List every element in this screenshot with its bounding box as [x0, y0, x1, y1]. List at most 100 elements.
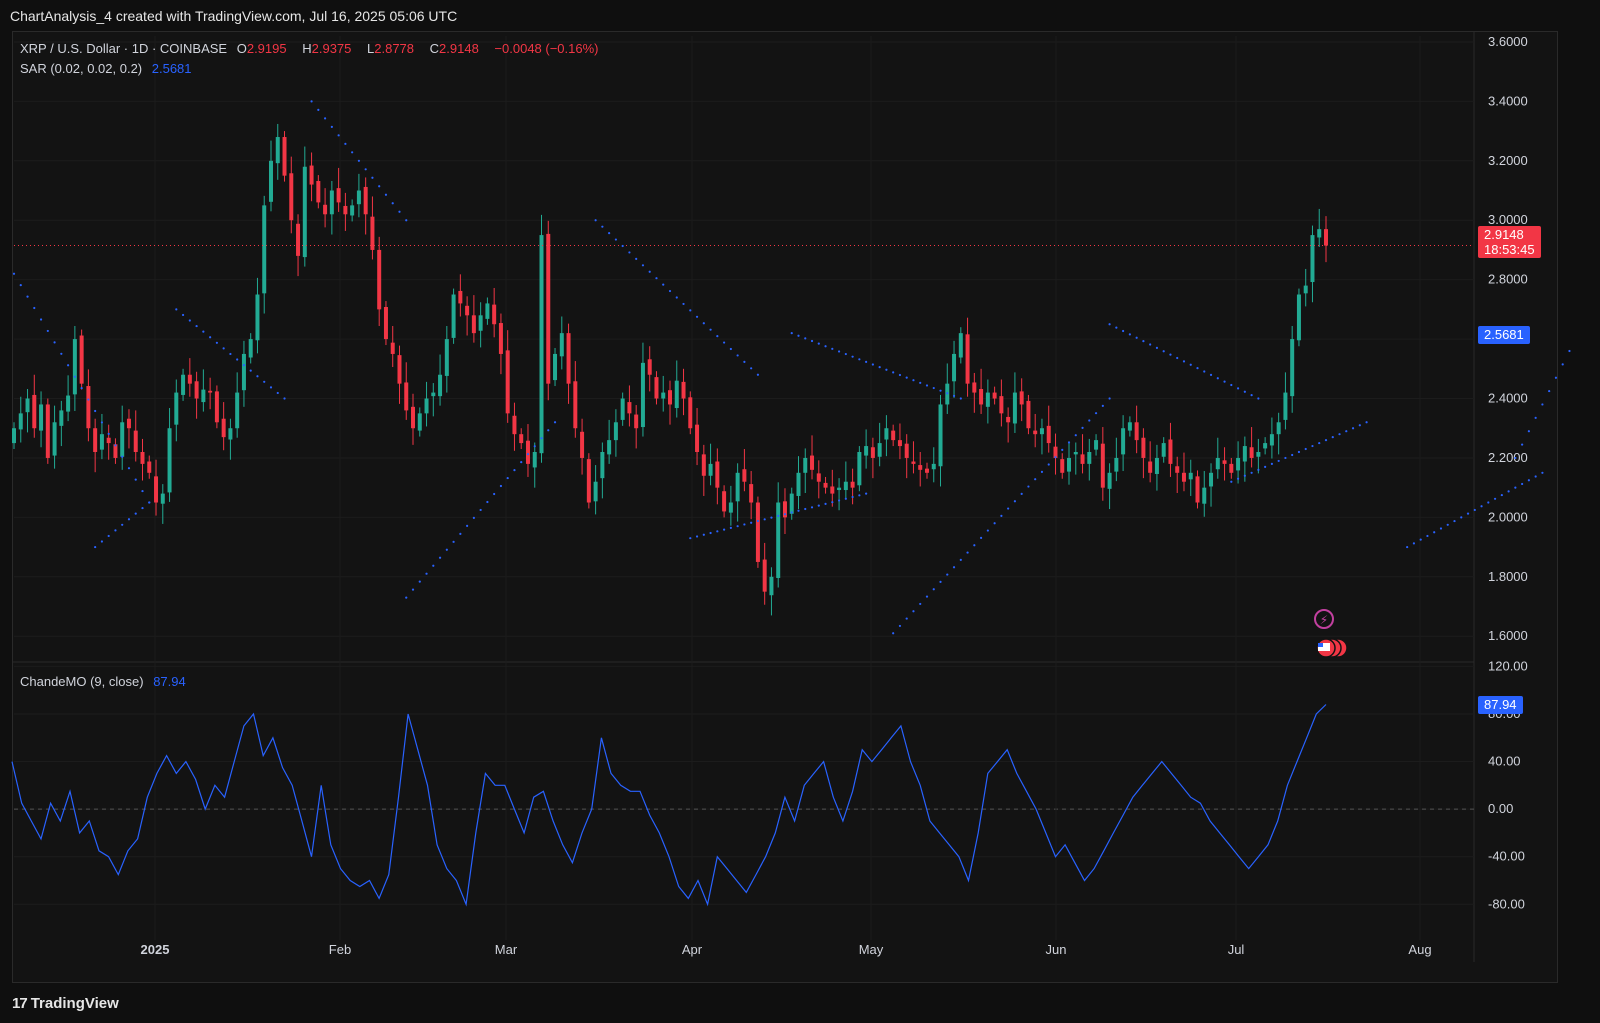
candle-body	[559, 333, 564, 357]
sar-dot	[1453, 519, 1456, 523]
price-tick-label: 2.4000	[1488, 391, 1528, 406]
sar-dot	[1162, 350, 1165, 353]
sar-dot	[716, 530, 719, 533]
candle-body	[985, 392, 990, 407]
sar-dot	[939, 580, 942, 584]
sar-dot	[107, 432, 110, 435]
sar-dot	[750, 521, 753, 524]
candle-body	[566, 333, 571, 384]
sar-dot	[547, 429, 550, 432]
symbol-legend[interactable]: XRP / U.S. Dollar · 1D · COINBASE O2.919…	[20, 41, 605, 56]
lightning-glyph-icon: ⚡	[1320, 613, 1328, 627]
candle-body	[228, 428, 233, 440]
candle-body	[160, 493, 165, 504]
sar-dot	[1243, 474, 1246, 477]
candle-body	[1209, 472, 1214, 487]
sar-dot	[1527, 430, 1530, 433]
candle-body	[992, 392, 997, 399]
candle-body	[1215, 457, 1220, 470]
sar-dot	[831, 501, 834, 504]
candle-body	[870, 447, 875, 458]
sar-dot	[1135, 336, 1138, 339]
sar-dot	[729, 526, 732, 529]
candle-body	[850, 481, 855, 488]
sar-dot	[1277, 459, 1280, 463]
sar-dot	[1507, 490, 1510, 493]
candle-body	[411, 406, 416, 429]
candle-body	[525, 440, 530, 464]
price-tick-label: 2.2000	[1488, 450, 1528, 465]
candle-body	[93, 428, 98, 452]
candle-body	[296, 223, 301, 256]
candle-body	[1046, 425, 1051, 444]
candle-body	[187, 374, 192, 384]
sar-dot	[635, 257, 638, 260]
sar-dot	[1527, 479, 1530, 482]
candle-body	[701, 454, 706, 476]
candle-body	[1242, 446, 1247, 462]
chart-svg[interactable]: 3.60003.40003.20003.00002.80002.60002.40…	[0, 0, 1600, 1023]
sar-dot	[398, 210, 401, 213]
candle-body	[519, 434, 524, 444]
candle-body	[485, 303, 490, 319]
sar-dot	[1324, 439, 1328, 442]
candle-body	[1317, 229, 1322, 238]
sar-dot	[445, 548, 448, 551]
sar-dot	[1034, 478, 1037, 481]
sar-dot	[1264, 465, 1267, 468]
candle-body	[661, 392, 666, 399]
candle-body	[958, 333, 963, 358]
candle-body	[377, 249, 382, 310]
cmo-legend[interactable]: ChandeMO (9, close) 87.94	[20, 674, 192, 689]
sar-dot	[858, 494, 861, 497]
candle-body	[59, 410, 64, 426]
sar-dot	[1027, 485, 1030, 488]
cmo-value: 87.94	[153, 674, 186, 689]
time-tick-label: Aug	[1408, 942, 1431, 957]
sar-dot	[932, 386, 935, 390]
candle-body	[837, 487, 842, 491]
sar-dot	[723, 528, 726, 531]
candle-body	[1202, 487, 1207, 504]
sar-dot	[1534, 475, 1537, 478]
sar-dot	[1541, 471, 1544, 474]
candle-body	[417, 413, 422, 431]
candle-body	[390, 342, 395, 354]
sar-dot	[493, 492, 496, 496]
sar-dot	[1311, 444, 1314, 448]
candle-body	[343, 205, 348, 215]
cmo-label: ChandeMO (9, close)	[20, 674, 144, 689]
sar-dot	[959, 397, 962, 400]
sar-dot	[1013, 500, 1017, 503]
candle-body	[1127, 422, 1132, 431]
candle-body	[147, 461, 152, 473]
candle-body	[32, 394, 37, 429]
candle-body	[275, 137, 280, 164]
sar-dot	[952, 566, 956, 569]
candle-body	[289, 173, 294, 221]
candle-body	[634, 414, 639, 429]
candle-body	[546, 233, 551, 384]
sar-dot	[1493, 497, 1497, 500]
sar-dot	[1351, 427, 1355, 430]
tradingview-footer[interactable]: 17 TradingView	[12, 995, 119, 1012]
candle-body	[1107, 472, 1112, 489]
sar-dot	[107, 534, 110, 538]
sar-dot	[1473, 508, 1476, 512]
candle-body	[133, 430, 138, 452]
sar-dot	[858, 358, 861, 361]
sar-dot	[837, 350, 841, 353]
candle-body	[262, 205, 267, 294]
candle-body	[749, 484, 754, 503]
sar-dot	[1243, 390, 1246, 393]
sar-dot	[67, 364, 70, 367]
sar-dot	[418, 580, 421, 583]
sar-dot	[121, 523, 124, 526]
sar-legend[interactable]: SAR (0.02, 0.02, 0.2) 2.5681	[20, 61, 198, 76]
candle-body	[350, 205, 355, 216]
sar-dot	[993, 522, 996, 525]
candle-body	[762, 559, 767, 592]
candle-body	[1236, 457, 1241, 471]
candle-body	[1033, 430, 1038, 435]
candle-body	[1026, 400, 1031, 429]
